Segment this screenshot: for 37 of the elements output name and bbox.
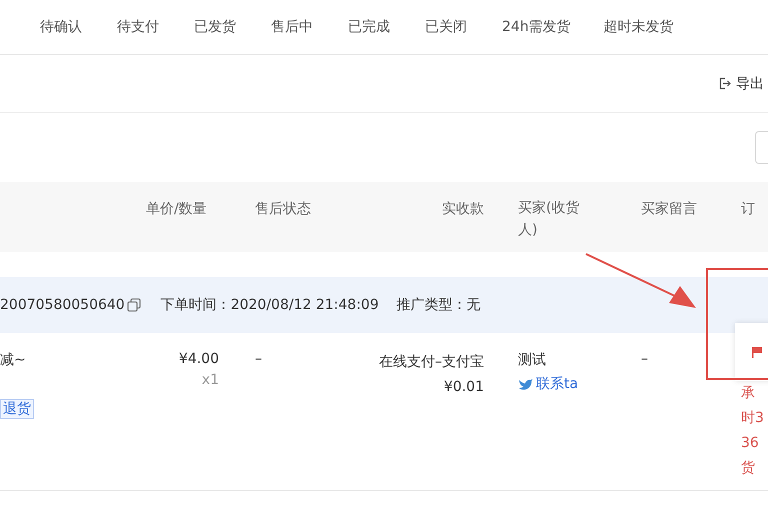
column-header: 订 (741, 200, 756, 218)
payment-method: 在线支付–支付宝 (378, 353, 484, 372)
return-tag: 退货 (0, 399, 34, 419)
bird-icon (518, 378, 533, 390)
order-time: 下单时间：2020/08/12 21:48:09 (160, 296, 379, 314)
status-text: 承 (741, 384, 755, 403)
buyer-message: – (641, 351, 648, 367)
export-button[interactable]: 导出 (718, 74, 768, 92)
column-header: 单价/数量 (146, 200, 208, 218)
tab[interactable]: 已关闭 (425, 18, 467, 36)
promotion-type: 推广类型：无 (396, 296, 481, 314)
tab[interactable]: 已完成 (348, 18, 390, 36)
unit-price: ¥4.00 (178, 351, 219, 367)
status-text: 36 (741, 434, 759, 453)
column-header: 实收款 (442, 200, 485, 218)
quantity: x1 (202, 372, 219, 388)
status-text: 货 (741, 459, 755, 478)
column-header: 买家留言 (641, 200, 698, 218)
column-header: 买家(收货人) (518, 199, 580, 240)
column-header: 售后状态 (255, 200, 312, 218)
tab[interactable]: 待确认 (40, 18, 82, 36)
contact-link[interactable]: 联系ta (518, 375, 578, 393)
tab[interactable]: 24h需发货 (502, 18, 571, 36)
tab[interactable]: 待支付 (117, 18, 159, 36)
tab[interactable]: 已发货 (194, 18, 236, 36)
tab[interactable]: 超时未发货 (604, 18, 674, 36)
flag-icon (751, 346, 763, 358)
status-text: 时3 (741, 409, 764, 428)
tab[interactable]: 售后中 (271, 18, 313, 36)
buyer-name: 测试 (518, 351, 546, 369)
product-title: 减~ (0, 351, 26, 369)
after-sale-status: – (255, 351, 262, 367)
order-number: 20070580050640 (0, 297, 125, 313)
input-field[interactable] (755, 131, 768, 164)
copy-icon (126, 298, 141, 312)
received-amount: ¥0.01 (444, 378, 484, 397)
export-icon (718, 77, 731, 90)
